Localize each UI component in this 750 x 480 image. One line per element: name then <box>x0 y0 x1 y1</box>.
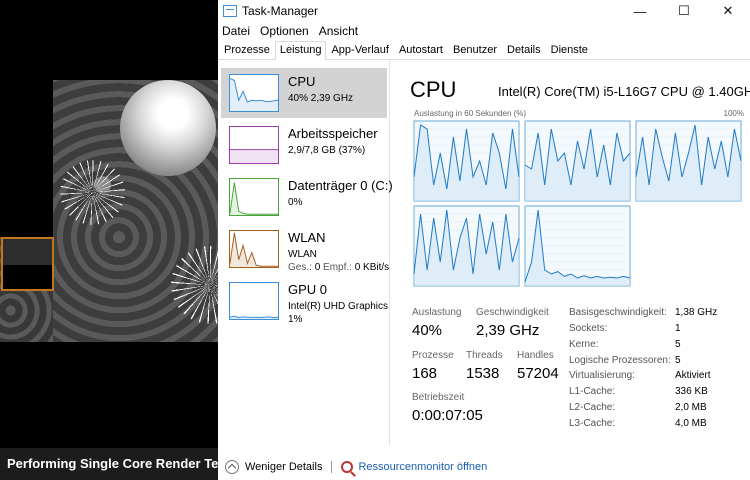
task-manager-icon <box>223 5 237 17</box>
uptime-value: 0:00:07:05 <box>412 407 483 424</box>
tab-details[interactable]: Details <box>502 41 546 59</box>
resource-item-gpu[interactable]: GPU 0 Intel(R) UHD Graphics 1% <box>221 276 388 326</box>
footer-bar: Weniger Details Ressourcenmonitor öffnen <box>218 454 750 480</box>
minimize-button[interactable]: — <box>618 0 662 22</box>
menu-optionen[interactable]: Optionen <box>260 24 309 38</box>
utilization-value: 40% <box>412 322 443 339</box>
render-sphere <box>120 80 216 176</box>
title-bar[interactable]: Task-Manager — ☐ ✕ <box>218 0 750 22</box>
resource-name: WLAN <box>288 230 326 245</box>
performance-content: CPU 40% 2,39 GHz Arbeitsspeicher 2,9/7,8… <box>218 61 750 445</box>
l2-cache-value: 2,0 MB <box>675 402 707 413</box>
tab-bar: Prozesse Leistung App-Verlauf Autostart … <box>218 40 750 60</box>
l1-cache-value: 336 KB <box>675 386 708 397</box>
resource-detail: 40% 2,39 GHz <box>288 93 354 104</box>
l3-cache-label: L3-Cache: <box>569 418 616 429</box>
sparkline-fill <box>230 149 278 163</box>
sparkline <box>230 315 278 319</box>
base-speed-label: Basisgeschwindigkeit: <box>569 307 667 318</box>
maximize-button[interactable]: ☐ <box>662 0 706 22</box>
logical-processors-label: Logische Prozessoren: <box>569 355 671 366</box>
resource-name: GPU 0 <box>288 282 328 297</box>
l2-cache-label: L2-Cache: <box>569 402 616 413</box>
uptime-label: Betriebszeit <box>412 392 465 403</box>
base-speed-value: 1,38 GHz <box>675 307 718 318</box>
resource-detail: WLAN Ges.: 0 Empf.: 0 KBit/s <box>288 248 389 274</box>
render-caption: Performing Single Core Render Te <box>0 448 218 480</box>
threads-value: 1538 <box>466 365 500 382</box>
cpu-thumbnail-graph <box>229 74 279 112</box>
chevron-up-icon[interactable] <box>225 460 239 474</box>
cores-value: 5 <box>675 339 681 350</box>
window-title: Task-Manager <box>242 4 319 18</box>
wlan-adapter-name: WLAN <box>288 249 317 260</box>
virtualization-label: Virtualisierung: <box>569 370 635 381</box>
utilization-label: Auslastung <box>412 307 462 318</box>
resource-name: Datenträger 0 (C:) <box>288 178 393 193</box>
threads-label: Threads <box>466 350 503 361</box>
resource-monitor-link[interactable]: Ressourcenmonitor öffnen <box>358 461 487 473</box>
l1-cache-label: L1-Cache: <box>569 386 616 397</box>
task-manager-window: Task-Manager — ☐ ✕ Datei Optionen Ansich… <box>218 0 750 480</box>
cpu-detail-panel: CPU Intel(R) Core(TM) i5-L16G7 CPU @ 1.4… <box>403 61 750 445</box>
virtualization-value: Aktiviert <box>675 370 711 381</box>
resource-name: CPU <box>288 74 316 89</box>
resource-item-disk[interactable]: Datenträger 0 (C:) 0% <box>221 172 393 222</box>
render-tile-marker <box>1 237 54 291</box>
resource-detail: Intel(R) UHD Graphics 1% <box>288 300 388 326</box>
gpu-usage: 1% <box>288 314 303 325</box>
tab-benutzer[interactable]: Benutzer <box>448 41 502 59</box>
resource-monitor-icon <box>341 461 354 473</box>
resource-detail: 2,9/7,8 GB (37%) <box>288 145 366 156</box>
cores-label: Kerne: <box>569 339 599 350</box>
sockets-value: 1 <box>675 323 681 334</box>
close-button[interactable]: ✕ <box>706 0 750 22</box>
render-starburst <box>55 155 130 230</box>
cpu-core-graphs <box>413 120 742 287</box>
less-details-link[interactable]: Weniger Details <box>245 461 322 473</box>
background-render-area: Performing Single Core Render Te <box>0 0 218 480</box>
wlan-throughput: Ges.: 0 Empf.: 0 KBit/s <box>288 262 390 273</box>
handles-label: Handles <box>517 350 554 361</box>
l3-cache-value: 4,0 MB <box>675 418 707 429</box>
resource-list: CPU 40% 2,39 GHz Arbeitsspeicher 2,9/7,8… <box>218 61 393 445</box>
processes-value: 168 <box>412 365 438 382</box>
menu-bar: Datei Optionen Ansicht <box>218 22 750 40</box>
logical-processors-value: 5 <box>675 355 681 366</box>
gpu-thumbnail-graph <box>229 282 279 320</box>
wlan-thumbnail-graph <box>229 230 279 268</box>
resource-item-cpu[interactable]: CPU 40% 2,39 GHz <box>221 68 387 118</box>
gpu-model: Intel(R) UHD Graphics <box>288 301 389 312</box>
resource-item-wlan[interactable]: WLAN WLAN Ges.: 0 Empf.: 0 KBit/s <box>221 224 389 274</box>
speed-label: Geschwindigkeit <box>476 307 549 318</box>
tab-prozesse[interactable]: Prozesse <box>219 41 275 59</box>
tab-app-verlauf[interactable]: App-Verlauf <box>326 41 393 59</box>
speed-value: 2,39 GHz <box>476 322 540 339</box>
menu-ansicht[interactable]: Ansicht <box>319 24 358 38</box>
processes-label: Prozesse <box>412 350 454 361</box>
resource-detail: 0% <box>288 197 303 208</box>
tab-dienste[interactable]: Dienste <box>546 41 593 59</box>
tab-leistung[interactable]: Leistung <box>274 41 327 60</box>
tab-autostart[interactable]: Autostart <box>394 41 448 59</box>
resource-name: Arbeitsspeicher <box>288 126 378 141</box>
resource-item-memory[interactable]: Arbeitsspeicher 2,9/7,8 GB (37%) <box>221 120 387 170</box>
disk-thumbnail-graph <box>229 178 279 216</box>
memory-thumbnail-graph <box>229 126 279 164</box>
handles-value: 57204 <box>517 365 559 382</box>
sockets-label: Sockets: <box>569 323 608 334</box>
footer-divider <box>331 461 333 473</box>
menu-datei[interactable]: Datei <box>222 24 250 38</box>
